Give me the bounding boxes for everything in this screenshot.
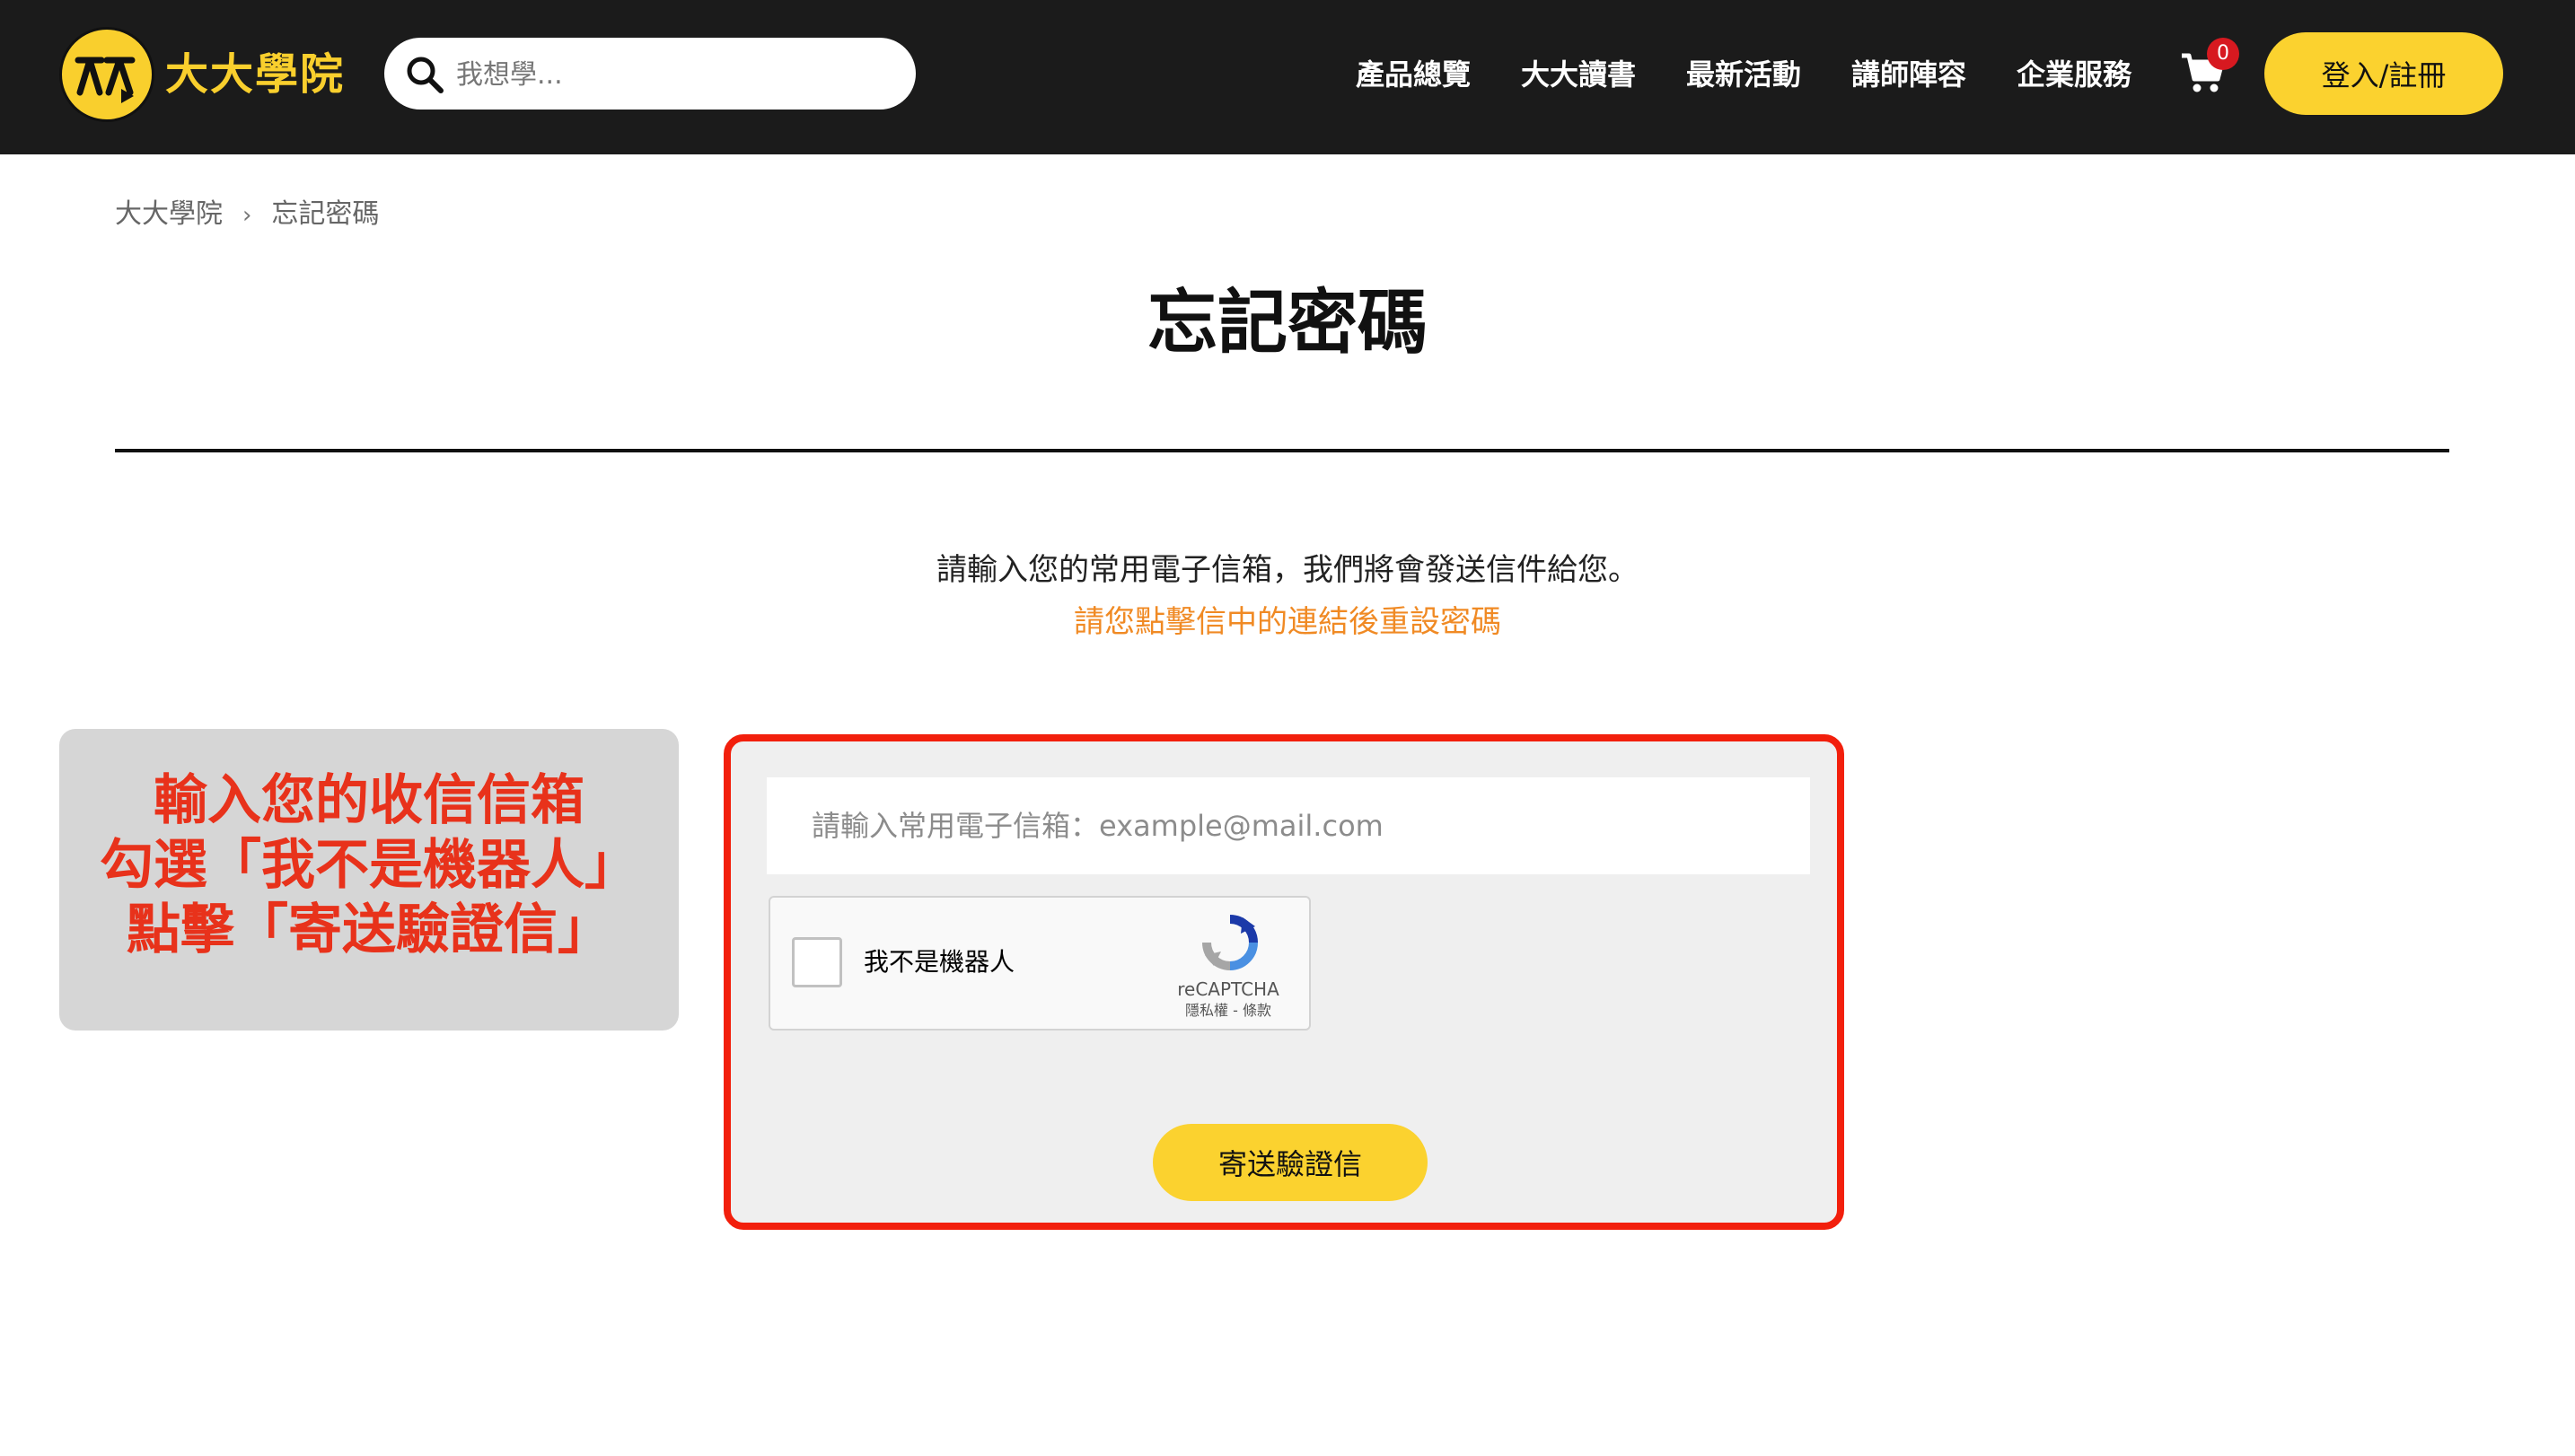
login-register-button[interactable]: 登入/註冊 — [2264, 32, 2503, 115]
search-bar — [384, 38, 916, 110]
email-field[interactable] — [767, 777, 1810, 874]
recaptcha-label: 我不是機器人 — [864, 947, 1015, 977]
recaptcha-widget: 我不是機器人 reCAPTCHA 隱私權 - 條款 — [769, 896, 1311, 1031]
breadcrumb: 大大學院 › 忘記密碼 — [115, 194, 379, 235]
nav-item-instructors[interactable]: 講師陣容 — [1851, 52, 1966, 97]
recaptcha-terms-link[interactable]: 隱私權 - 條款 — [1156, 1002, 1300, 1020]
logo-text[interactable]: 大大學院 — [165, 43, 345, 106]
top-navigation-bar: 大大學院 產品總覽 大大讀書 最新活動 講師陣容 企業服務 0 登入/註冊 — [0, 0, 2575, 154]
breadcrumb-home[interactable]: 大大學院 — [115, 198, 223, 230]
cart-count-badge: 0 — [2207, 38, 2239, 70]
chevron-right-icon: › — [242, 202, 252, 229]
intro-note: 請您點擊信中的連結後重設密碼 — [1074, 604, 1501, 640]
recaptcha-logo-icon — [1201, 914, 1259, 975]
recaptcha-brand: reCAPTCHA — [1177, 978, 1279, 1000]
intro-text: 請輸入您的常用電子信箱，我們將會發送信件給您。 — [936, 552, 1639, 588]
title-divider — [115, 449, 2449, 452]
instruction-line-1: 輸入您的收信信箱 — [154, 769, 584, 832]
nav-item-products[interactable]: 產品總覽 — [1356, 52, 1471, 97]
forgot-password-form: 我不是機器人 reCAPTCHA 隱私權 - 條款 寄送驗證信 — [724, 734, 1844, 1230]
nav-item-enterprise[interactable]: 企業服務 — [2017, 52, 2131, 97]
recaptcha-checkbox[interactable] — [792, 937, 842, 987]
search-input[interactable] — [454, 47, 898, 102]
page-title: 忘記密碼 — [1147, 283, 1428, 364]
search-icon[interactable] — [404, 54, 445, 99]
logo-icon[interactable] — [59, 27, 154, 122]
instruction-line-2: 勾選「我不是機器人」 — [100, 834, 638, 897]
instruction-callout: 輸入您的收信信箱 勾選「我不是機器人」 點擊「寄送驗證信」 — [59, 729, 679, 1031]
nav-item-reading[interactable]: 大大讀書 — [1521, 52, 1636, 97]
breadcrumb-current: 忘記密碼 — [271, 198, 380, 230]
send-verification-button[interactable]: 寄送驗證信 — [1153, 1124, 1428, 1201]
nav-item-events[interactable]: 最新活動 — [1686, 52, 1801, 97]
instruction-line-3: 點擊「寄送驗證信」 — [127, 899, 611, 961]
